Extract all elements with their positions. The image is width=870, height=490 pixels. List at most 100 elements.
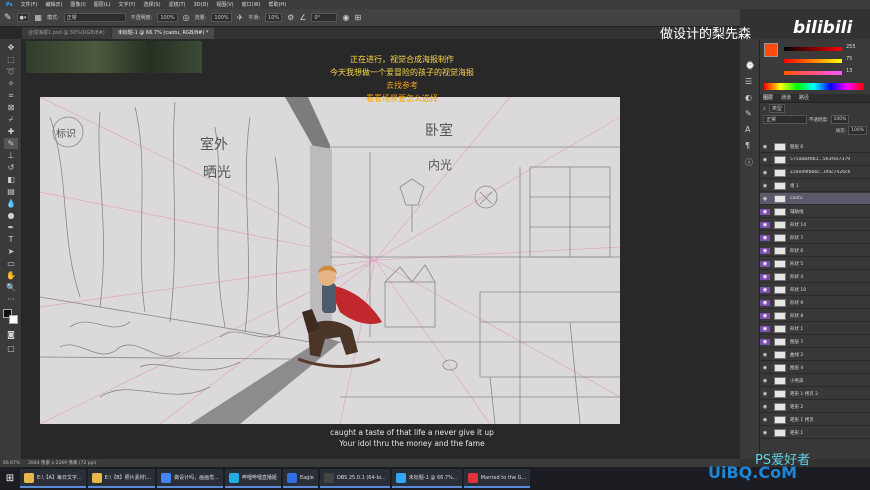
layer-row[interactable]: ◉ 辅助线 (760, 206, 870, 218)
visibility-eye-icon[interactable]: ◉ (760, 325, 770, 332)
brush-settings-icon[interactable]: ▦ (34, 13, 42, 22)
symmetry-icon[interactable]: ⊞ (354, 13, 361, 22)
taskbar-item[interactable]: E:\【B】照片素材\... (87, 469, 156, 488)
mode-select[interactable]: 正常 (63, 13, 126, 22)
layer-row[interactable]: ◉ 228ed9fbbbc...0fac7426c6 (760, 167, 870, 179)
visibility-eye-icon[interactable]: ◉ (760, 273, 770, 280)
taskbar-item[interactable]: E:\【A】每日文字... (20, 469, 86, 488)
crop-tool-icon[interactable]: ⌗ (4, 90, 18, 101)
visibility-eye-icon[interactable]: ◉ (760, 338, 770, 345)
brush-tool-icon[interactable]: ✎ (4, 138, 18, 149)
blue-slider[interactable] (784, 71, 842, 75)
pressure-size-icon[interactable]: ◉ (342, 13, 349, 22)
taskbar-item[interactable]: OBS 25.0.1 (64-bi... (319, 469, 390, 488)
visibility-eye-icon[interactable]: ◉ (760, 221, 770, 228)
brush-size-picker[interactable]: ●▾ (16, 13, 30, 22)
layer-row[interactable]: ◉ 矩形 1 拷贝 (760, 414, 870, 426)
pen-tool-icon[interactable]: ✒ (4, 222, 18, 233)
menu-type[interactable]: 文字(Y) (114, 1, 139, 8)
menu-file[interactable]: 文件(F) (17, 1, 42, 8)
tab-layers[interactable]: 图层 (760, 94, 776, 101)
ps-logo[interactable]: Ps (2, 2, 17, 8)
shape-tool-icon[interactable]: ▭ (4, 258, 18, 269)
tab-composite-poster[interactable]: 合成海报1.psd @ 50%(RGB/8#) (22, 28, 111, 39)
background-color-swatch[interactable] (9, 315, 18, 324)
history-icon[interactable]: ⌚ (745, 61, 755, 70)
zoom-level[interactable]: 66.67% (3, 461, 20, 466)
brushes-icon[interactable]: ✎ (745, 109, 752, 118)
layer-row[interactable]: ◉ 形状 9 (760, 297, 870, 309)
visibility-eye-icon[interactable]: ◉ (760, 417, 770, 423)
blend-mode-select[interactable]: 正常 (763, 115, 807, 124)
layer-row[interactable]: ◉ 形状 7 (760, 232, 870, 244)
layer-row[interactable]: ◉ 形状 1 (760, 323, 870, 335)
green-slider[interactable] (784, 59, 842, 63)
visibility-eye-icon[interactable]: ◉ (760, 299, 770, 306)
clone-stamp-tool-icon[interactable]: ⊥ (4, 150, 18, 161)
more-tools-icon[interactable]: ··· (4, 294, 18, 305)
brush-tool-icon[interactable]: ✎ (4, 13, 12, 23)
tab-paths[interactable]: 路径 (796, 94, 812, 101)
green-value[interactable]: 75 (846, 56, 852, 62)
color-spectrum-bar[interactable] (764, 83, 864, 90)
visibility-eye-icon[interactable]: ◉ (760, 365, 770, 371)
dodge-tool-icon[interactable]: ● (4, 210, 18, 221)
zoom-tool-icon[interactable]: 🔍 (4, 282, 18, 293)
visibility-eye-icon[interactable]: ◉ (760, 404, 770, 410)
layer-row[interactable]: ◉ 矩形 1 拷贝 2 (760, 388, 870, 400)
windows-start-icon[interactable]: ⊞ (0, 467, 20, 490)
info-icon[interactable]: ⓘ (745, 157, 753, 168)
quick-select-tool-icon[interactable]: ✧ (4, 78, 18, 89)
menu-select[interactable]: 选择(S) (139, 1, 164, 8)
layer-row[interactable]: ◉ 矩形 2 (760, 401, 870, 413)
visibility-eye-icon[interactable]: ◉ (760, 378, 770, 384)
blue-value[interactable]: 13 (846, 68, 852, 74)
menu-layer[interactable]: 图层(L) (90, 1, 115, 8)
red-slider[interactable] (784, 47, 842, 51)
tab-channels[interactable]: 通道 (778, 94, 794, 101)
canvas-workspace[interactable]: 室外 晒光 卧室 内光 标识 正在进行，视觉合成海报制作 今天我想做一个爱冒险的… (22, 39, 740, 459)
fill-input[interactable]: 100% (848, 126, 867, 135)
layer-opacity-input[interactable]: 100% (830, 115, 850, 124)
layer-row[interactable]: ◉ 形状 5 (760, 258, 870, 270)
layer-row[interactable]: ◉ 形状 4 (760, 271, 870, 283)
visibility-eye-icon[interactable]: ◉ (760, 196, 770, 202)
document-canvas[interactable]: 室外 晒光 卧室 内光 标识 (40, 97, 620, 424)
pressure-opacity-icon[interactable]: ◎ (183, 13, 190, 22)
visibility-eye-icon[interactable]: ◉ (760, 144, 770, 150)
taskbar-item[interactable]: 哔哩哔哩直播姬 (224, 469, 281, 488)
layer-row[interactable]: ◉ caotu (760, 193, 870, 205)
red-value[interactable]: 255 (846, 44, 856, 50)
visibility-eye-icon[interactable]: ◉ (760, 208, 770, 215)
character-icon[interactable]: A (745, 125, 750, 134)
eyedropper-tool-icon[interactable]: ⌿ (4, 114, 18, 125)
layer-row[interactable]: ◉ 曲线 2 (760, 349, 870, 361)
layer-row[interactable]: ◉ 图层 4 (760, 362, 870, 374)
visibility-eye-icon[interactable]: ◉ (760, 286, 770, 293)
screen-mode-icon[interactable]: ▢ (4, 343, 18, 354)
visibility-eye-icon[interactable]: ◉ (760, 391, 770, 397)
visibility-eye-icon[interactable]: ◉ (760, 260, 770, 267)
layer-row[interactable]: ◉ 形状 8 (760, 310, 870, 322)
visibility-eye-icon[interactable]: ◉ (760, 430, 770, 436)
menu-image[interactable]: 图像(I) (66, 1, 89, 8)
menu-window[interactable]: 窗口(W) (238, 1, 265, 8)
taskbar-item[interactable]: 做设计吗，画画觉... (157, 469, 223, 488)
layer-row[interactable]: ◉ 形状 14 (760, 219, 870, 231)
move-tool-icon[interactable]: ✥ (4, 42, 18, 53)
menu-filter[interactable]: 滤镜(T) (165, 1, 190, 8)
visibility-eye-icon[interactable]: ◉ (760, 157, 770, 163)
layer-row[interactable]: ◉ 图层 6 (760, 141, 870, 153)
visibility-eye-icon[interactable]: ◉ (760, 352, 770, 358)
gradient-tool-icon[interactable]: ▤ (4, 186, 18, 197)
layer-row[interactable]: ◉ 575abb49b1...563f4e7379 (760, 154, 870, 166)
visibility-eye-icon[interactable]: ◉ (760, 170, 770, 176)
taskbar-item[interactable]: Eagle (282, 469, 318, 488)
menu-edit[interactable]: 编辑(E) (41, 1, 66, 8)
layer-row[interactable]: ◉ 组 1 (760, 180, 870, 192)
frame-tool-icon[interactable]: ⊠ (4, 102, 18, 113)
marquee-tool-icon[interactable]: ⬚ (4, 54, 18, 65)
smoothing-settings-icon[interactable]: ⚙ (287, 13, 294, 22)
healing-brush-tool-icon[interactable]: ✚ (4, 126, 18, 137)
visibility-eye-icon[interactable]: ◉ (760, 312, 770, 319)
